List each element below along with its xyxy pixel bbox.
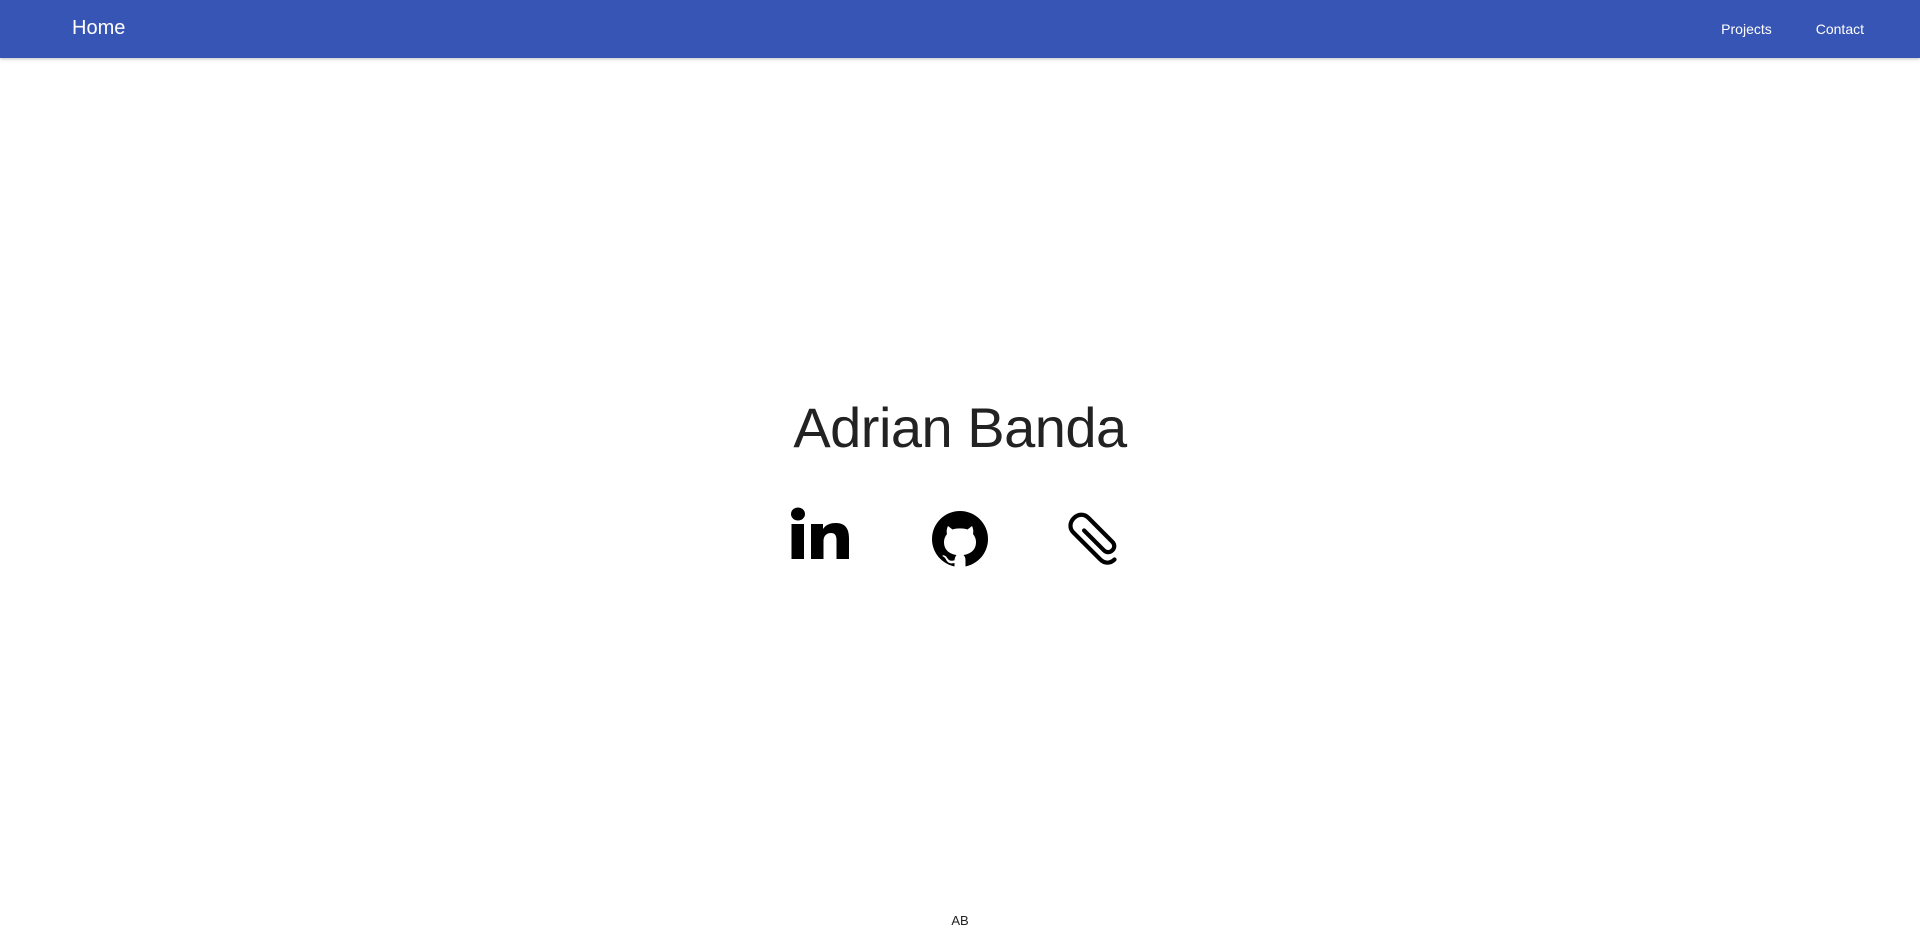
github-icon bbox=[932, 511, 988, 567]
github-link[interactable] bbox=[925, 504, 995, 574]
contact-link[interactable]: Contact bbox=[1816, 21, 1864, 37]
nav-links: Projects Contact bbox=[1677, 0, 1864, 58]
social-links bbox=[0, 504, 1920, 574]
paperclip-icon bbox=[1068, 512, 1117, 565]
top-navbar: Home Projects Contact bbox=[0, 0, 1920, 58]
hero-name: Adrian Banda bbox=[793, 396, 1127, 459]
linkedin-icon bbox=[791, 507, 849, 559]
footer-initials: AB bbox=[951, 913, 969, 928]
linkedin-link[interactable] bbox=[791, 504, 861, 574]
resume-link[interactable] bbox=[1059, 504, 1129, 574]
projects-link[interactable]: Projects bbox=[1721, 21, 1772, 37]
home-link[interactable]: Home bbox=[72, 0, 125, 58]
